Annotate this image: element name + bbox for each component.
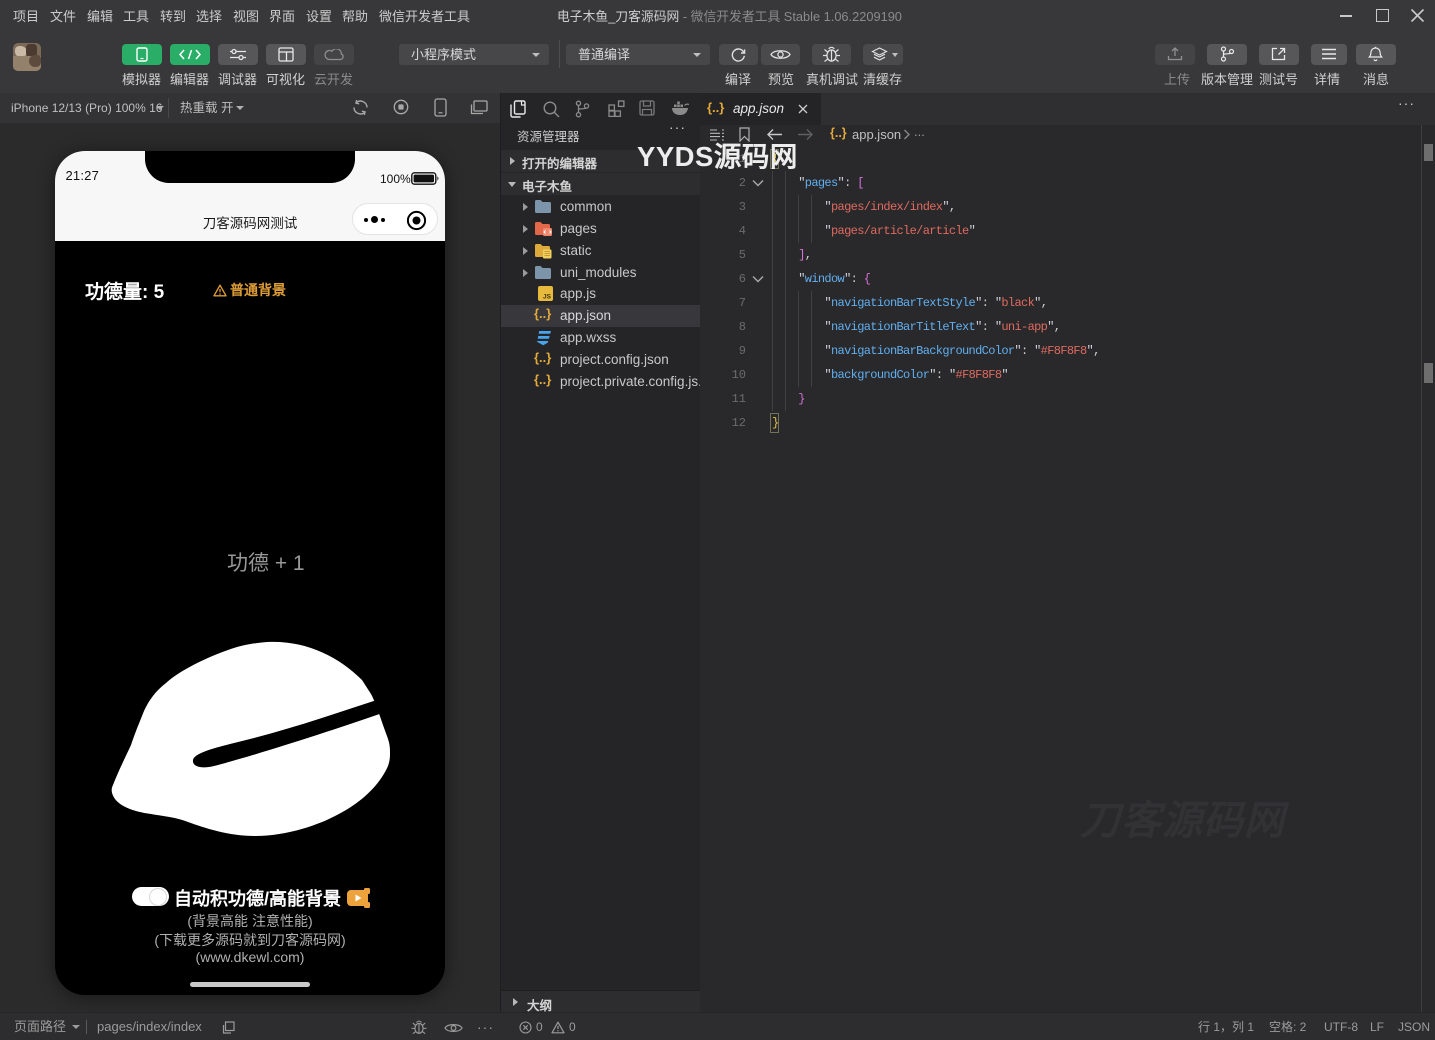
svg-text:JS: JS xyxy=(543,294,552,301)
